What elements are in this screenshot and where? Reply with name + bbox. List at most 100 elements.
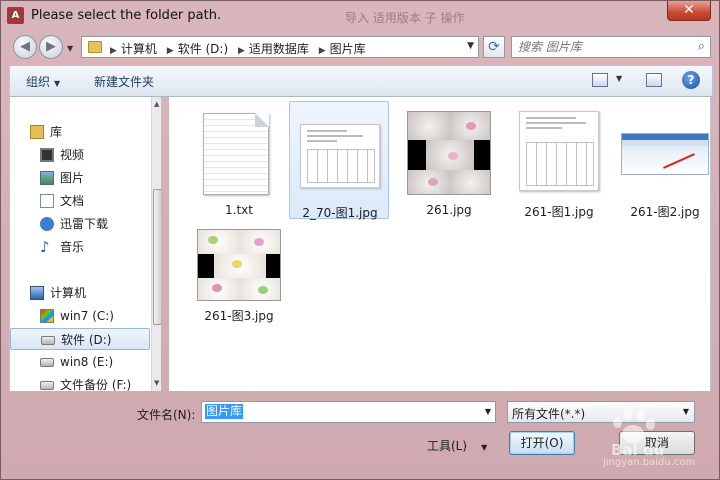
breadcrumb: ▶ 计算机 ▶ 软件 (D:) ▶ 适用数据库 ▶ 图片库 [108,40,370,57]
filename-history-dropdown-icon[interactable]: ▼ [485,407,491,416]
sidebar-item-label: 库 [50,125,63,139]
chevron-right-icon[interactable]: ▶ [167,46,174,56]
change-view-icon[interactable] [592,73,608,87]
help-icon[interactable]: ? [682,71,700,89]
file-item-image[interactable]: 2_70-图1.jpg [289,101,389,220]
thumbnail-line [526,122,586,124]
filename-value[interactable]: 图片库 [205,404,244,419]
chevron-right-icon[interactable]: ▶ [319,46,326,56]
file-item-image[interactable]: 261-图1.jpg [509,105,609,223]
background-window-title: 导入 适用版本 子 操作 [345,11,465,25]
sidebar-item-computer[interactable]: 计算机 [10,282,150,304]
thumbnail-flower [212,284,222,292]
view-options-dropdown-icon[interactable]: ▼ [616,74,622,83]
chevron-right-icon[interactable]: ▶ [238,46,245,56]
open-button[interactable]: 打开(O) [509,431,575,455]
sidebar-item-music[interactable]: ♪ 音乐 [10,236,150,258]
thumbnail-flower [428,178,438,186]
forward-button[interactable]: ▶ [39,35,63,59]
document-image-thumbnail [519,111,599,191]
file-item-image[interactable]: 261-图2.jpg [615,105,710,223]
sidebar-item-documents[interactable]: 文档 [10,190,150,212]
documents-icon [40,194,54,208]
back-button[interactable]: ◀ [13,35,37,59]
file-thumbnail [195,225,283,313]
document-image-thumbnail [300,124,380,188]
sidebar-item-label: win8 (E:) [60,355,114,369]
breadcrumb-drive-d[interactable]: 软件 (D:) [178,42,228,56]
music-icon: ♪ [40,238,50,256]
scroll-up-icon[interactable]: ▲ [154,100,159,108]
title-bar[interactable]: A Please select the folder path. 导入 适用版本… [1,1,719,31]
drive-icon [41,336,55,345]
address-bar[interactable]: ▶ 计算机 ▶ 软件 (D:) ▶ 适用数据库 ▶ 图片库 ▼ [81,36,479,58]
breadcrumb-picture-library[interactable]: 图片库 [330,42,366,56]
thumbnail-line [307,130,347,132]
file-name: 261-图3.jpg [204,309,274,323]
file-item-text[interactable]: 1.txt [189,105,289,223]
thumbnail-flower [258,286,268,294]
sidebar-item-label: 软件 (D:) [61,333,112,347]
breadcrumb-database-folder[interactable]: 适用数据库 [249,42,309,56]
file-thumbnail [621,109,709,197]
file-name: 261.jpg [426,203,472,217]
close-button[interactable]: ✕ [667,1,711,21]
thumbnail-line [307,140,337,142]
sidebar-item-label: 文档 [60,194,85,208]
search-icon[interactable]: ⌕ [698,39,705,54]
sidebar-item-label: 文件备份 (F:) [60,378,132,391]
windows-drive-icon [40,309,54,323]
file-name: 261-图1.jpg [524,205,594,219]
file-thumbnail [296,110,384,198]
scrollbar-thumb[interactable] [153,189,161,325]
drive-icon [40,358,54,367]
library-icon [30,125,44,139]
tools-label: 工具(L) [427,439,468,453]
dialog-window: A Please select the folder path. 导入 适用版本… [0,0,720,480]
file-item-image[interactable]: 261-图3.jpg [189,223,289,341]
filename-label: 文件名(N): [137,408,196,422]
sidebar-item-library[interactable]: 库 [10,121,150,143]
preview-pane-icon[interactable] [646,73,662,87]
baidu-watermark: Bai du jingyan.baidu.com [585,405,705,475]
file-name: 261-图2.jpg [630,205,700,219]
text-file-icon [203,113,269,195]
thumbnail-cell [474,140,490,170]
access-app-icon: A [7,7,24,24]
sidebar-item-pictures[interactable]: 图片 [10,167,150,189]
file-list: 1.txt 2_70-图1.jpg 261.jpg 261-图1.jpg 261… [169,97,711,391]
sidebar-item-label: win7 (C:) [60,309,114,323]
refresh-button[interactable]: ⟳ [483,36,505,58]
sidebar-item-video[interactable]: 视频 [10,144,150,166]
pictures-icon [40,171,54,185]
recent-pages-dropdown-icon[interactable]: ▼ [67,44,73,53]
sidebar-item-drive-c[interactable]: win7 (C:) [10,305,150,327]
command-toolbar: 组织 ▼ 新建文件夹 ▼ ? [9,65,713,97]
sidebar-item-drive-d[interactable]: 软件 (D:) [10,328,150,350]
breadcrumb-computer[interactable]: 计算机 [121,42,157,56]
sidebar-scrollbar[interactable]: ▲ ▼ [151,97,161,391]
thumbnail-flower [466,122,476,130]
collage-image-thumbnail [407,111,491,195]
sidebar-item-thunder-download[interactable]: 迅雷下载 [10,213,150,235]
organize-menu-button[interactable]: 组织 ▼ [26,73,60,90]
search-box[interactable]: ⌕ [511,36,711,58]
sidebar-item-drive-e[interactable]: win8 (E:) [10,351,150,373]
caret-down-icon: ▼ [54,79,61,88]
chevron-right-icon[interactable]: ▶ [110,46,117,56]
drive-icon [40,381,54,390]
thumbnail-cell [450,170,490,194]
collage-image-thumbnail [197,229,281,301]
address-dropdown-icon[interactable]: ▼ [467,41,474,51]
thumbnail-flower [448,152,458,160]
computer-icon [30,286,44,300]
scroll-down-icon[interactable]: ▼ [154,379,159,387]
tools-menu-button[interactable]: 工具(L) ▼ [427,437,487,454]
new-folder-button[interactable]: 新建文件夹 [94,73,154,90]
search-input[interactable] [518,39,688,55]
navigation-row: ◀ ▶ ▼ ▶ 计算机 ▶ 软件 (D:) ▶ 适用数据库 ▶ 图片库 ▼ ⟳ ⌕ [9,31,713,64]
sidebar-item-drive-f[interactable]: 文件备份 (F:) [10,374,150,391]
file-item-image[interactable]: 261.jpg [399,105,499,223]
filename-field[interactable]: 图片库 ▼ [201,401,496,423]
thumbnail-cell [408,140,426,170]
